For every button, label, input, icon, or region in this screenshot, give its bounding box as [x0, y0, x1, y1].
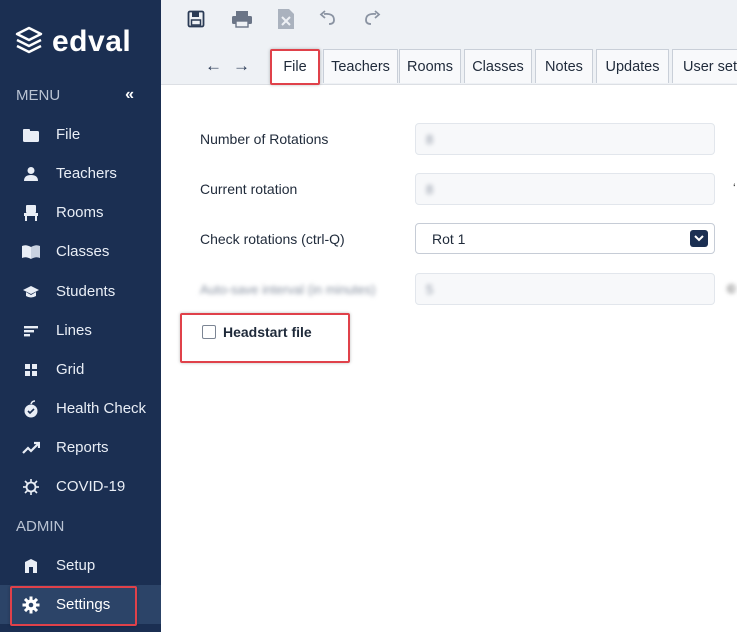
tab-updates[interactable]: Updates: [596, 49, 669, 83]
building-icon: [21, 556, 41, 576]
edge-tick: ‘: [733, 181, 736, 195]
blurred-setting-label: Auto-save interval (in minutes): [200, 282, 376, 297]
sidebar-item-label: COVID-19: [56, 478, 126, 495]
tab-notes[interactable]: Notes: [535, 49, 593, 83]
sidebar-item-lines[interactable]: Lines: [0, 311, 161, 350]
sidebar-item-setup[interactable]: Setup: [0, 546, 161, 585]
tab-label: Rooms: [407, 58, 453, 75]
sidebar-item-health-check[interactable]: Health Check: [0, 389, 161, 428]
blurred-setting-value: 5: [426, 282, 434, 297]
current-rotation-label: Current rotation: [200, 181, 298, 197]
sidebar-item-teachers[interactable]: Teachers: [0, 154, 161, 193]
tab-label: User sett: [683, 58, 737, 75]
edge-blur-mark: ©: [727, 282, 736, 296]
edval-logo[interactable]: edval: [14, 22, 131, 62]
rotations-value: 8: [426, 132, 434, 147]
blurred-setting-input[interactable]: 5: [415, 273, 715, 305]
headstart-highlight-box: [180, 313, 350, 363]
sidebar: edval MENU « File Teachers Rooms Classes…: [0, 0, 161, 632]
file-tab-highlight-box: [270, 49, 320, 85]
chair-icon: [21, 203, 41, 223]
apple-icon: [21, 399, 41, 419]
sidebar-item-label: Setup: [56, 557, 96, 574]
export-icon[interactable]: [277, 8, 297, 29]
tab-teachers[interactable]: Teachers: [323, 49, 398, 83]
back-arrow-icon[interactable]: ←: [205, 56, 222, 76]
sidebar-item-file[interactable]: File: [0, 115, 161, 154]
tab-user-settings[interactable]: User sett: [672, 49, 737, 83]
rotations-input[interactable]: 8: [415, 123, 715, 155]
sidebar-item-students[interactable]: Students: [0, 272, 161, 311]
tab-label: Updates: [605, 58, 660, 75]
collapse-sidebar-button[interactable]: «: [125, 86, 134, 104]
rotations-label: Number of Rotations: [200, 131, 329, 147]
sidebar-item-label: Classes: [56, 243, 110, 260]
lines-icon: [21, 321, 41, 341]
current-rotation-input[interactable]: 8: [415, 173, 715, 205]
save-icon[interactable]: [187, 10, 207, 30]
sidebar-item-rooms[interactable]: Rooms: [0, 193, 161, 232]
toolbar: ← → File Teachers Rooms Classes Notes Up…: [161, 0, 737, 85]
settings-highlight-box: [10, 586, 137, 626]
person-icon: [21, 164, 41, 184]
undo-icon[interactable]: [319, 10, 339, 30]
tab-classes[interactable]: Classes: [464, 49, 532, 83]
layers-logo-icon: [14, 25, 44, 60]
tab-label: Teachers: [331, 58, 390, 75]
tab-label: Classes: [472, 58, 524, 75]
sidebar-item-label: Rooms: [56, 204, 104, 221]
check-rotations-label: Check rotations (ctrl-Q): [200, 231, 345, 247]
virus-icon: [21, 477, 41, 497]
menu-header: MENU «: [16, 86, 134, 104]
sidebar-item-grid[interactable]: Grid: [0, 350, 161, 389]
current-rotation-value: 8: [426, 182, 434, 197]
sidebar-item-label: Reports: [56, 439, 109, 456]
tab-rooms[interactable]: Rooms: [399, 49, 461, 83]
sidebar-item-label: Health Check: [56, 400, 147, 417]
chevron-down-icon[interactable]: [690, 230, 708, 247]
sidebar-item-label: Students: [56, 283, 116, 300]
sidebar-item-label: Lines: [56, 322, 92, 339]
tab-label: Notes: [545, 58, 583, 75]
graduation-cap-icon: [21, 282, 41, 302]
admin-section-label: ADMIN: [16, 518, 65, 535]
print-icon[interactable]: [231, 10, 252, 30]
menu-label: MENU: [16, 86, 61, 104]
check-rotations-select[interactable]: Rot 1: [415, 223, 715, 254]
check-rotations-value: Rot 1: [432, 231, 466, 247]
sidebar-item-label: Grid: [56, 361, 85, 378]
sidebar-item-label: File: [56, 126, 81, 143]
forward-arrow-icon[interactable]: →: [233, 56, 250, 76]
redo-icon[interactable]: [363, 10, 383, 30]
sidebar-item-classes[interactable]: Classes: [0, 232, 161, 271]
trend-icon: [21, 438, 41, 458]
sidebar-item-label: Teachers: [56, 165, 117, 182]
sidebar-item-covid-19[interactable]: COVID-19: [0, 467, 161, 506]
brand-name: edval: [52, 25, 132, 58]
folder-icon: [21, 125, 41, 145]
grid-icon: [21, 360, 41, 380]
book-icon: [21, 242, 41, 262]
sidebar-item-reports[interactable]: Reports: [0, 428, 161, 467]
